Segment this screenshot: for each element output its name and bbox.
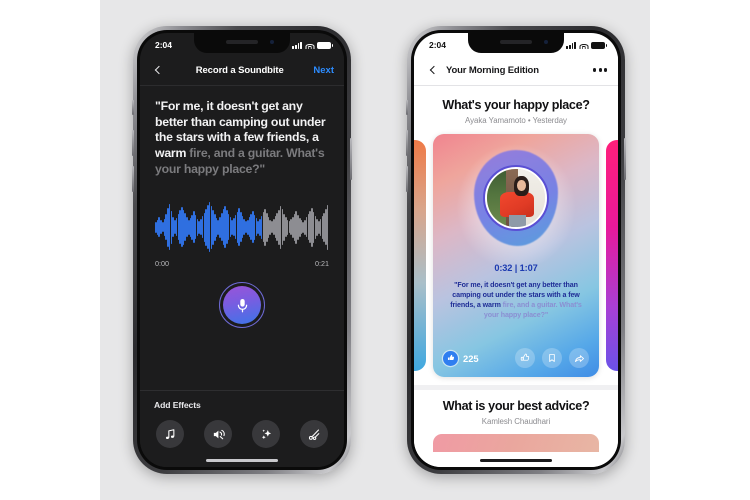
cellular-bars-icon [566, 41, 576, 49]
waveform-bar [326, 204, 329, 250]
playback-time: 0:32 | 1:07 [494, 263, 538, 273]
post-byline: Ayaka Yamamoto • Yesterday [465, 116, 567, 125]
earpiece-speaker [226, 40, 258, 44]
status-icons [292, 41, 333, 49]
next-post-header[interactable]: What is your best advice? Kamlesh Chaudh… [414, 390, 618, 426]
home-indicator[interactable] [206, 459, 278, 462]
effect-voice-button[interactable] [252, 420, 280, 448]
soundbite-card[interactable]: 0:32 | 1:07 "For me, it doesn't get any … [433, 134, 599, 377]
home-indicator[interactable] [480, 459, 552, 462]
carousel-card-previous[interactable] [414, 140, 426, 371]
more-options-icon[interactable] [593, 68, 607, 72]
record-body: "For me, it doesn't get any better than … [140, 86, 344, 467]
next-post-card-peek[interactable] [433, 434, 599, 452]
card-transcript: "For me, it doesn't get any better than … [433, 273, 599, 320]
effects-buttons-row [154, 420, 330, 448]
card-actions-group [515, 348, 589, 368]
photo-person-face [517, 179, 526, 192]
scissors-icon [308, 429, 319, 440]
waveform-section: 0:00 0:21 [155, 201, 329, 268]
page-title: Your Morning Edition [446, 64, 539, 76]
next-post-byline: Kamlesh Chaudhari [481, 417, 551, 426]
avatar [487, 169, 545, 227]
back-button[interactable] [425, 62, 441, 78]
feed-scroll-area[interactable]: What's your happy place? Ayaka Yamamoto … [414, 86, 618, 467]
like-summary[interactable]: 225 [443, 350, 479, 366]
photo-person-legs [509, 215, 527, 227]
wifi-icon [305, 42, 314, 49]
phone-right-feed-screen: 2:04 Your Morning Edition What's your ha… [406, 26, 626, 474]
thumbs-up-icon [520, 353, 530, 361]
post-title: What's your happy place? [442, 98, 590, 112]
time-end: 0:21 [315, 259, 329, 268]
notch [194, 33, 290, 53]
cellular-bars-icon [292, 41, 302, 49]
phone-left-screen: 2:04 Record a Soundbite Next "For me, it… [140, 33, 344, 467]
bookmark-icon [549, 354, 555, 362]
phone-right-screen: 2:04 Your Morning Edition What's your ha… [414, 33, 618, 467]
thumbs-up-filled-icon [443, 350, 458, 366]
front-camera-icon [544, 40, 548, 44]
music-note-icon [165, 428, 174, 439]
earpiece-speaker [500, 40, 532, 44]
effect-sound-button[interactable] [204, 420, 232, 448]
add-effects-label: Add Effects [154, 400, 201, 410]
mute-switch[interactable] [406, 100, 408, 115]
carousel-card-next[interactable] [606, 140, 618, 371]
phone-bezel: 2:04 Your Morning Edition What's your ha… [411, 30, 621, 470]
record-button-ring [219, 282, 265, 328]
wifi-icon [579, 42, 588, 49]
share-icon [574, 354, 584, 362]
avatar-ring [483, 165, 549, 231]
microphone-icon [237, 298, 247, 312]
chevron-left-icon [429, 65, 439, 75]
status-time: 2:04 [155, 40, 173, 50]
waveform-times: 0:00 0:21 [155, 259, 329, 268]
back-button[interactable] [150, 62, 166, 78]
card-action-bar: 225 [433, 348, 599, 368]
soundbite-carousel[interactable]: 0:32 | 1:07 "For me, it doesn't get any … [414, 134, 618, 377]
phone-bezel: 2:04 Record a Soundbite Next "For me, it… [137, 30, 347, 470]
battery-icon [317, 41, 333, 49]
notch [468, 33, 564, 53]
screenshot-canvas: 2:04 Record a Soundbite Next "For me, it… [0, 0, 750, 500]
volume-up-button[interactable] [132, 130, 134, 156]
page-title: Record a Soundbite [195, 64, 284, 76]
battery-icon [591, 41, 607, 49]
effect-music-button[interactable] [156, 420, 184, 448]
share-button[interactable] [569, 348, 589, 368]
photo-person-body [499, 192, 535, 218]
save-button[interactable] [542, 348, 562, 368]
sound-effects-icon [213, 429, 225, 439]
power-button[interactable] [350, 138, 352, 180]
transcript-text: "For me, it doesn't get any better than … [140, 86, 344, 178]
phone-left-record-screen: 2:04 Record a Soundbite Next "For me, it… [132, 26, 352, 474]
navbar-record: Record a Soundbite Next [140, 55, 344, 86]
volume-down-button[interactable] [132, 166, 134, 192]
next-post-title: What is your best advice? [442, 399, 590, 413]
effect-trim-button[interactable] [300, 420, 328, 448]
record-button[interactable] [223, 286, 261, 324]
volume-down-button[interactable] [406, 166, 408, 192]
front-camera-icon [270, 40, 274, 44]
time-start: 0:00 [155, 259, 169, 268]
add-effects-panel: Add Effects [140, 390, 344, 467]
volume-up-button[interactable] [406, 130, 408, 156]
record-button-wrap [140, 282, 344, 328]
like-button[interactable] [515, 348, 535, 368]
audio-waveform[interactable] [155, 201, 329, 253]
thumbs-up-glyph [447, 354, 454, 360]
post-header: What's your happy place? Ayaka Yamamoto … [414, 86, 618, 125]
chevron-left-icon [154, 65, 164, 75]
mute-switch[interactable] [132, 100, 134, 115]
sparkles-icon [261, 428, 271, 439]
avatar-area [433, 134, 599, 262]
like-count: 225 [463, 352, 479, 364]
navbar-feed: Your Morning Edition [414, 55, 618, 86]
next-button[interactable]: Next [313, 65, 334, 76]
power-button[interactable] [624, 138, 626, 180]
status-icons [566, 41, 607, 49]
status-time: 2:04 [429, 40, 447, 50]
